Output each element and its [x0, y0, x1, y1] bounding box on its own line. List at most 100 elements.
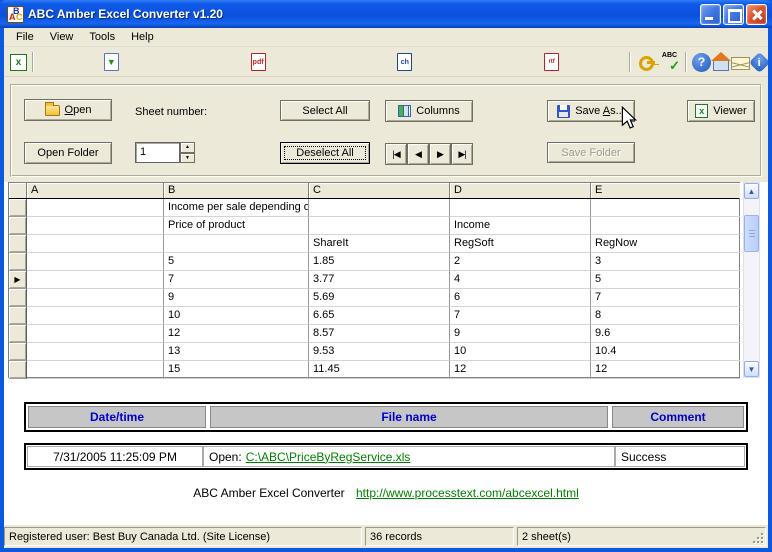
- grid-cell[interactable]: Income per sale depending on: [164, 199, 309, 217]
- close-button[interactable]: [746, 4, 767, 25]
- grid-cell[interactable]: 15: [164, 361, 309, 379]
- grid-cell[interactable]: [450, 199, 591, 217]
- grid-cell[interactable]: [591, 217, 740, 235]
- spin-up-button[interactable]: ▲: [180, 142, 195, 153]
- grid-cell[interactable]: 7: [164, 271, 309, 289]
- current-row-indicator[interactable]: ▶: [9, 271, 27, 289]
- row-selector[interactable]: [9, 343, 27, 361]
- footer-link[interactable]: http://www.processtext.com/abcexcel.html: [356, 486, 579, 500]
- grid-cell[interactable]: 7: [591, 289, 740, 307]
- nav-last-button[interactable]: ▶|: [451, 143, 473, 165]
- grid-cell[interactable]: 6: [450, 289, 591, 307]
- scroll-down-icon[interactable]: ▼: [744, 361, 759, 377]
- log-file-link[interactable]: C:\ABC\PriceByRegService.xls: [246, 450, 411, 464]
- grid-cell[interactable]: Income: [450, 217, 591, 235]
- menu-view[interactable]: View: [43, 29, 81, 45]
- save-as-button[interactable]: Save As...: [547, 100, 635, 122]
- grid-cell[interactable]: [27, 361, 164, 379]
- grid-cell[interactable]: 8.57: [309, 325, 450, 343]
- row-selector[interactable]: [9, 199, 27, 217]
- grid-cell[interactable]: [309, 217, 450, 235]
- grid-cell[interactable]: 9.53: [309, 343, 450, 361]
- grid-cell[interactable]: [27, 325, 164, 343]
- menu-tools[interactable]: Tools: [82, 29, 122, 45]
- grid-cell[interactable]: [27, 271, 164, 289]
- grid-cell[interactable]: 3: [591, 253, 740, 271]
- grid-cell[interactable]: 1.85: [309, 253, 450, 271]
- row-selector[interactable]: [9, 325, 27, 343]
- grid-cell[interactable]: [27, 235, 164, 253]
- resize-grip[interactable]: [751, 531, 764, 544]
- grid-cell[interactable]: [27, 343, 164, 361]
- grid-cell[interactable]: [27, 307, 164, 325]
- row-selector[interactable]: [9, 307, 27, 325]
- about-icon[interactable]: i: [749, 51, 768, 72]
- grid-cell[interactable]: 11.45: [309, 361, 450, 379]
- row-selector[interactable]: [9, 289, 27, 307]
- grid-cell[interactable]: 5: [591, 271, 740, 289]
- grid-cell[interactable]: 7: [450, 307, 591, 325]
- save-folder-button[interactable]: Save Folder: [547, 142, 635, 163]
- grid-cell[interactable]: 10: [164, 307, 309, 325]
- grid-cell[interactable]: [27, 253, 164, 271]
- grid-cell[interactable]: 12: [591, 361, 740, 379]
- viewer-button[interactable]: x Viewer: [687, 100, 755, 122]
- convert-doc-icon[interactable]: ▼: [104, 53, 119, 71]
- scroll-up-icon[interactable]: ▲: [744, 183, 759, 199]
- app-icon[interactable]: BAC: [7, 6, 24, 23]
- excel-doc-icon[interactable]: x: [10, 54, 27, 71]
- maximize-button[interactable]: [723, 4, 744, 25]
- grid-cell[interactable]: 12: [164, 325, 309, 343]
- row-selector[interactable]: [9, 235, 27, 253]
- grid-cell[interactable]: RegSoft: [450, 235, 591, 253]
- grid-cell[interactable]: 9: [450, 325, 591, 343]
- register-key-icon[interactable]: [636, 52, 657, 72]
- spin-down-button[interactable]: ▼: [180, 153, 195, 164]
- grid-cell[interactable]: RegNow: [591, 235, 740, 253]
- row-selector[interactable]: [9, 253, 27, 271]
- sheet-number-input[interactable]: 1: [135, 142, 180, 163]
- grid-cell[interactable]: [164, 235, 309, 253]
- grid-cell[interactable]: [27, 199, 164, 217]
- grid-cell[interactable]: ShareIt: [309, 235, 450, 253]
- grid-cell[interactable]: [27, 289, 164, 307]
- grid-cell[interactable]: 2: [450, 253, 591, 271]
- menu-help[interactable]: Help: [124, 29, 161, 45]
- menu-file[interactable]: File: [9, 29, 41, 45]
- grid-cell[interactable]: 9: [164, 289, 309, 307]
- home-icon[interactable]: [713, 60, 729, 71]
- grid-cell[interactable]: 4: [450, 271, 591, 289]
- grid-cell[interactable]: [591, 199, 740, 217]
- grid-cell[interactable]: 10: [450, 343, 591, 361]
- row-selector[interactable]: [9, 361, 27, 379]
- email-icon[interactable]: [731, 57, 750, 70]
- columns-button[interactable]: Columns: [385, 100, 473, 122]
- open-folder-button[interactable]: Open Folder: [24, 142, 112, 164]
- nav-prev-button[interactable]: ◀: [407, 143, 429, 165]
- chm-doc-icon[interactable]: ch: [397, 53, 412, 71]
- grid-cell[interactable]: 5.69: [309, 289, 450, 307]
- grid-cell[interactable]: Price of product: [164, 217, 309, 235]
- row-selector[interactable]: [9, 217, 27, 235]
- grid-cell[interactable]: 5: [164, 253, 309, 271]
- spellcheck-icon[interactable]: ABC: [659, 52, 680, 72]
- rtf-doc-icon[interactable]: rtf: [544, 53, 559, 71]
- grid-cell[interactable]: [27, 217, 164, 235]
- minimize-button[interactable]: [700, 4, 721, 25]
- grid-cell[interactable]: 13: [164, 343, 309, 361]
- open-button[interactable]: Open: [24, 99, 112, 121]
- grid-cell[interactable]: 6.65: [309, 307, 450, 325]
- grid-cell[interactable]: [309, 199, 450, 217]
- grid-cell[interactable]: 8: [591, 307, 740, 325]
- scrollbar-thumb[interactable]: [744, 215, 759, 252]
- grid-cell[interactable]: 3.77: [309, 271, 450, 289]
- nav-next-button[interactable]: ▶: [429, 143, 451, 165]
- grid-cell[interactable]: 12: [450, 361, 591, 379]
- grid-cell[interactable]: 9.6: [591, 325, 740, 343]
- select-all-button[interactable]: Select All: [280, 100, 370, 121]
- deselect-all-button[interactable]: Deselect All: [280, 142, 370, 164]
- grid-cell[interactable]: 10.4: [591, 343, 740, 361]
- pdf-doc-icon[interactable]: pdf: [251, 53, 266, 71]
- grid-vertical-scrollbar[interactable]: ▲ ▼: [743, 182, 760, 378]
- nav-first-button[interactable]: |◀: [385, 143, 407, 165]
